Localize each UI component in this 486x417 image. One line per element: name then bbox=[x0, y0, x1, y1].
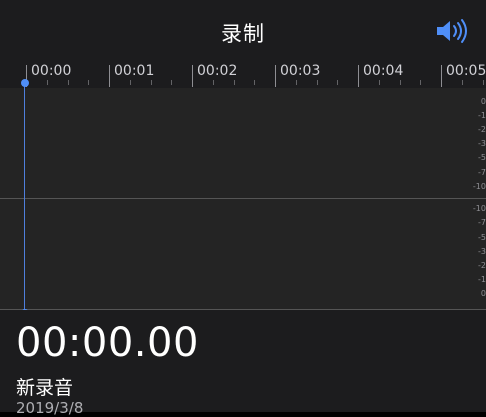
db-label: -3 bbox=[478, 247, 486, 256]
waveform-center-line bbox=[0, 198, 486, 199]
ruler-minor-tick bbox=[400, 80, 401, 85]
db-label: 0 bbox=[480, 97, 486, 106]
ruler-minor-tick bbox=[130, 80, 131, 85]
db-label: -7 bbox=[478, 168, 486, 177]
ruler-minor-tick bbox=[254, 80, 255, 85]
ruler-label: 00:05 bbox=[446, 63, 486, 79]
ruler-major-tick bbox=[358, 65, 359, 87]
ruler-minor-tick bbox=[151, 80, 152, 85]
ruler-minor-tick bbox=[337, 80, 338, 85]
ruler-minor-tick bbox=[47, 80, 48, 85]
ruler-minor-tick bbox=[420, 80, 421, 85]
ruler-minor-tick bbox=[462, 80, 463, 85]
db-label: -7 bbox=[478, 218, 486, 227]
time-ruler[interactable]: 00:00 00:01 00:02 00:03 00:04 00:05 bbox=[0, 58, 486, 88]
db-label: -10 bbox=[472, 182, 486, 191]
ruler-minor-tick bbox=[483, 80, 484, 85]
ruler-label: 00:02 bbox=[197, 63, 238, 79]
ruler-minor-tick bbox=[213, 80, 214, 85]
ruler-minor-tick bbox=[68, 80, 69, 85]
ruler-minor-tick bbox=[317, 80, 318, 85]
db-label: -2 bbox=[478, 125, 486, 134]
ruler-label: 00:01 bbox=[114, 63, 155, 79]
speaker-volume-icon[interactable] bbox=[434, 16, 470, 46]
ruler-major-tick bbox=[275, 65, 276, 87]
db-label: -1 bbox=[478, 275, 486, 284]
db-label: -5 bbox=[478, 233, 486, 242]
ruler-major-tick bbox=[109, 65, 110, 87]
elapsed-time: 00:00.00 bbox=[16, 320, 199, 366]
page-title: 录制 bbox=[221, 22, 265, 46]
ruler-minor-tick bbox=[171, 80, 172, 85]
nav-bar: 录制 bbox=[0, 0, 486, 58]
ruler-label: 00:04 bbox=[363, 63, 404, 79]
db-label: -10 bbox=[472, 204, 486, 213]
ruler-minor-tick bbox=[88, 80, 89, 85]
ruler-minor-tick bbox=[296, 80, 297, 85]
recording-info-panel: 00:00.00 新录音 2019/3/8 bbox=[0, 310, 486, 417]
ruler-major-tick bbox=[441, 65, 442, 87]
playhead-top-handle[interactable] bbox=[21, 79, 29, 87]
recording-date: 2019/3/8 bbox=[16, 399, 84, 417]
ruler-label: 00:00 bbox=[31, 63, 72, 79]
recording-name[interactable]: 新录音 bbox=[16, 373, 73, 400]
playhead[interactable] bbox=[24, 82, 25, 314]
db-label: 0 bbox=[480, 289, 486, 298]
db-label: -1 bbox=[478, 111, 486, 120]
ruler-label: 00:03 bbox=[280, 63, 321, 79]
ruler-minor-tick bbox=[234, 80, 235, 85]
ruler-major-tick bbox=[192, 65, 193, 87]
waveform-view[interactable]: 0 -1 -2 -3 -5 -7 -10 -10 -7 -5 -3 -2 -1 … bbox=[0, 88, 486, 310]
db-label: -3 bbox=[478, 139, 486, 148]
ruler-minor-tick bbox=[379, 80, 380, 85]
db-label: -5 bbox=[478, 153, 486, 162]
db-label: -2 bbox=[478, 261, 486, 270]
